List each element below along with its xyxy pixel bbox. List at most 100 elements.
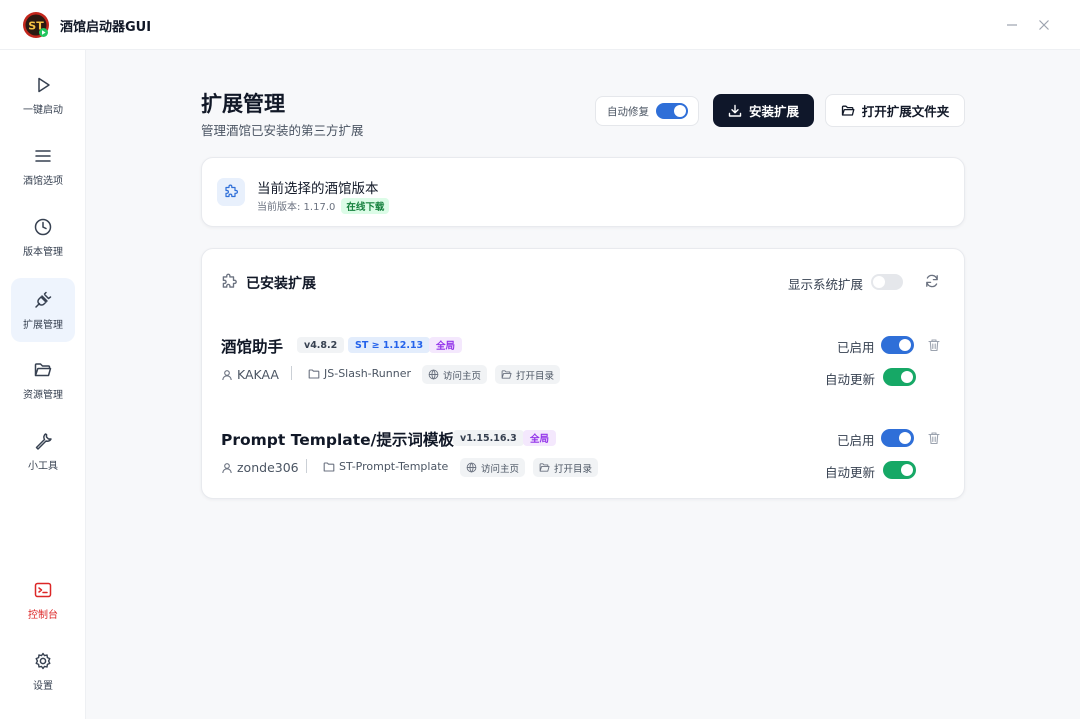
visit-homepage-button[interactable]: 访问主页 xyxy=(460,458,526,477)
puzzle-icon xyxy=(217,178,245,206)
current-version-text: 当前版本: 1.17.0 xyxy=(257,202,336,213)
visit-homepage-label: 访问主页 xyxy=(481,463,520,475)
sidebar-item-launch[interactable]: 一键启动 xyxy=(11,63,75,127)
extension-author-name: zonde306 xyxy=(237,460,299,475)
autofix-toggle[interactable] xyxy=(656,103,688,119)
trash-icon[interactable] xyxy=(927,338,941,352)
wrench-icon xyxy=(35,432,52,450)
download-icon xyxy=(728,104,742,117)
enabled-toggle[interactable] xyxy=(881,429,914,447)
autofix-control: 自动修复 xyxy=(595,96,699,126)
sidebar-item-label: 版本管理 xyxy=(23,246,63,258)
extension-name: 酒馆助手 xyxy=(221,338,284,356)
open-directory-button[interactable]: 打开目录 xyxy=(533,458,599,477)
extension-author: zonde306 xyxy=(221,460,299,475)
user-icon xyxy=(222,462,232,473)
open-extension-folder-button[interactable]: 打开扩展文件夹 xyxy=(825,94,965,127)
folder-open-icon xyxy=(539,463,550,472)
plug-icon xyxy=(35,291,52,308)
main-content: 扩展管理 管理酒馆已安装的第三方扩展 自动修复 安装扩展 打开扩展文件夹 当前选… xyxy=(86,50,1080,719)
open-directory-label: 打开目录 xyxy=(516,370,555,382)
sidebar-item-label: 酒馆选项 xyxy=(23,175,63,187)
sidebar-item-label: 资源管理 xyxy=(23,389,63,401)
folder-open-icon xyxy=(501,370,512,379)
trash-icon[interactable] xyxy=(927,431,941,445)
globe-icon xyxy=(428,369,439,380)
extension-folder-name: JS-Slash-Runner xyxy=(324,367,412,380)
scope-tag: 全局 xyxy=(429,337,463,353)
extension-version-tag: v4.8.2 xyxy=(297,337,345,353)
terminal-icon xyxy=(34,582,52,597)
open-directory-button[interactable]: 打开目录 xyxy=(495,365,561,384)
version-card-title: 当前选择的酒馆版本 xyxy=(257,181,379,197)
folder-icon xyxy=(34,362,52,376)
sidebar-item-resources[interactable]: 资源管理 xyxy=(11,348,75,412)
sidebar-item-label: 扩展管理 xyxy=(23,319,63,331)
sidebar-item-tools[interactable]: 小工具 xyxy=(11,419,75,483)
current-version: 当前版本: 1.17.0 在线下载 xyxy=(257,198,390,214)
autofix-label: 自动修复 xyxy=(607,105,649,118)
enabled-toggle[interactable] xyxy=(881,336,914,354)
extension-author-name: KAKAA xyxy=(237,367,279,382)
installed-extensions-title: 已安装扩展 xyxy=(246,276,316,292)
install-extension-label: 安装扩展 xyxy=(748,104,799,119)
title-bar: ST 酒馆启动器GUI xyxy=(0,0,1080,50)
folder-icon xyxy=(308,368,320,379)
installed-extensions-card: 已安装扩展 显示系统扩展 酒馆助手 v4.8.2 ST ≥ 1.12.13 全局… xyxy=(201,248,965,499)
globe-icon xyxy=(466,462,477,473)
extension-author: KAKAA xyxy=(221,367,279,382)
extension-folder-name: ST-Prompt-Template xyxy=(339,460,449,473)
sidebar-item-label: 设置 xyxy=(33,680,53,692)
minimize-icon xyxy=(1007,24,1017,26)
extension-folder: ST-Prompt-Template xyxy=(323,460,448,473)
scope-tag: 全局 xyxy=(523,430,557,446)
visit-homepage-label: 访问主页 xyxy=(443,370,482,382)
auto-update-toggle[interactable] xyxy=(883,368,916,386)
auto-update-label: 自动更新 xyxy=(825,465,876,480)
sidebar-item-label: 控制台 xyxy=(28,609,58,621)
sidebar-item-label: 小工具 xyxy=(28,460,58,472)
open-directory-label: 打开目录 xyxy=(554,463,593,475)
close-button[interactable] xyxy=(1033,14,1055,36)
sidebar-item-label: 一键启动 xyxy=(23,104,63,116)
user-icon xyxy=(222,369,232,380)
menu-icon xyxy=(35,149,51,162)
extension-version-tag: v1.15.16.3 xyxy=(453,430,524,446)
extension-name: Prompt Template/提示词模板 xyxy=(221,431,454,449)
sidebar: 一键启动 酒馆选项 版本管理 扩展管理 资源管理 小工具 控制台 设置 xyxy=(0,50,86,719)
online-download-badge: 在线下载 xyxy=(341,198,390,214)
show-system-extensions-label: 显示系统扩展 xyxy=(788,277,864,292)
auto-update-label: 自动更新 xyxy=(825,372,876,387)
enabled-label: 已启用 xyxy=(837,340,875,355)
open-extension-folder-label: 打开扩展文件夹 xyxy=(861,104,950,119)
st-requirement-tag: ST ≥ 1.12.13 xyxy=(348,337,431,353)
app-logo-icon: ST xyxy=(23,12,49,38)
app-title: 酒馆启动器GUI xyxy=(60,20,152,35)
page-subtitle: 管理酒馆已安装的第三方扩展 xyxy=(201,123,364,138)
sidebar-item-console[interactable]: 控制台 xyxy=(11,568,75,632)
play-icon xyxy=(38,77,50,92)
gear-icon xyxy=(35,652,51,669)
install-extension-button[interactable]: 安装扩展 xyxy=(713,94,814,127)
close-icon xyxy=(1039,20,1049,30)
visit-homepage-button[interactable]: 访问主页 xyxy=(422,365,488,384)
clock-icon xyxy=(34,218,52,235)
show-system-extensions-toggle[interactable] xyxy=(871,274,903,290)
enabled-label: 已启用 xyxy=(837,433,875,448)
folder-icon xyxy=(323,461,335,472)
divider xyxy=(291,366,292,380)
extension-row: Prompt Template/提示词模板 v1.15.16.3 全局 zond… xyxy=(202,428,966,508)
extension-folder: JS-Slash-Runner xyxy=(308,367,411,380)
version-card: 当前选择的酒馆版本 当前版本: 1.17.0 在线下载 xyxy=(201,157,965,227)
refresh-icon[interactable] xyxy=(924,273,940,289)
sidebar-item-settings[interactable]: 设置 xyxy=(11,639,75,703)
folder-open-icon xyxy=(841,105,855,116)
sidebar-item-versions[interactable]: 版本管理 xyxy=(11,205,75,269)
puzzle-icon xyxy=(222,273,237,288)
sidebar-item-extensions[interactable]: 扩展管理 xyxy=(11,278,75,342)
divider xyxy=(306,459,307,473)
page-title: 扩展管理 xyxy=(201,92,285,116)
sidebar-item-options[interactable]: 酒馆选项 xyxy=(11,134,75,198)
auto-update-toggle[interactable] xyxy=(883,461,916,479)
minimize-button[interactable] xyxy=(1001,14,1023,36)
